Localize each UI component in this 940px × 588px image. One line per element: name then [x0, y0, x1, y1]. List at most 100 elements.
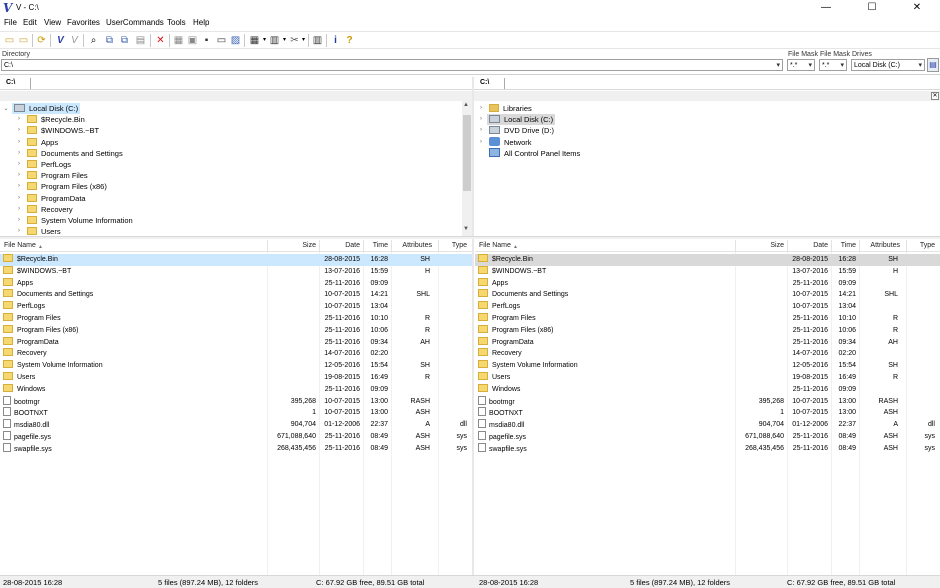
- file-row[interactable]: swapfile.sys 268,435,456 25-11-2016 08:49 AS…: [0, 442, 472, 455]
- file-mask-select[interactable]: *.* ▾: [787, 59, 815, 71]
- file-row[interactable]: PerfLogs 10-07-2015 13:04: [0, 301, 472, 313]
- chevron-down-icon[interactable]: ▾: [776, 60, 780, 71]
- file-row[interactable]: Recovery 14-07-2016 02:20: [0, 348, 472, 360]
- file-row[interactable]: System Volume Information 12-05-2016 15:54…: [475, 360, 940, 372]
- file-mask-select[interactable]: *.* ▾: [819, 59, 847, 71]
- expand-icon[interactable]: ›: [477, 105, 485, 111]
- file-row[interactable]: Users 19-08-2015 16:49 R: [0, 372, 472, 384]
- viewer-alt-icon[interactable]: V: [68, 34, 81, 47]
- column-divider[interactable]: [267, 240, 268, 252]
- file-row[interactable]: $WINDOWS.~BT 13-07-2016 15:59 H: [475, 265, 940, 278]
- tree-item[interactable]: PerfLogs: [25, 159, 73, 170]
- expand-icon[interactable]: ›: [15, 139, 23, 145]
- column-type-header[interactable]: Type: [920, 242, 935, 249]
- expand-icon[interactable]: ›: [15, 195, 23, 201]
- delete-icon[interactable]: ✕: [154, 34, 167, 47]
- column-date-header[interactable]: Date: [813, 242, 828, 249]
- tree-item[interactable]: Libraries: [487, 103, 534, 114]
- file-row[interactable]: pagefile.sys 671,088,640 25-11-2016 08:49 AS…: [475, 431, 940, 443]
- file-row[interactable]: PerfLogs 10-07-2015 13:04: [475, 301, 940, 313]
- column-divider[interactable]: [831, 240, 832, 252]
- expand-icon[interactable]: ›: [477, 139, 485, 145]
- column-attributes-header[interactable]: Attributes: [402, 242, 432, 249]
- expand-icon[interactable]: ›: [15, 183, 23, 189]
- minimize-button[interactable]: —: [803, 0, 849, 16]
- column-time-header[interactable]: Time: [841, 242, 856, 249]
- new-folder-icon[interactable]: ▭: [17, 34, 30, 47]
- chevron-down-icon[interactable]: ▾: [918, 60, 922, 71]
- tree-item[interactable]: Program Files (x86): [25, 181, 109, 192]
- drive-properties-icon[interactable]: ▤: [927, 58, 939, 72]
- tree-item[interactable]: Local Disk (C:): [487, 114, 556, 126]
- tree-item[interactable]: Users: [25, 226, 63, 236]
- tree-item[interactable]: DVD Drive (D:): [487, 125, 556, 136]
- file-row[interactable]: ProgramData 25-11-2016 09:34 AH: [0, 336, 472, 349]
- file-row[interactable]: Documents and Settings 10-07-2015 14:21 SHL: [475, 289, 940, 301]
- file-row[interactable]: pagefile.sys 671,088,640 25-11-2016 08:49 AS…: [0, 431, 472, 443]
- file-row[interactable]: System Volume Information 12-05-2016 15:54…: [0, 360, 472, 372]
- tree-item[interactable]: System Volume Information: [25, 215, 135, 226]
- file-row[interactable]: Documents and Settings 10-07-2015 14:21 SHL: [0, 289, 472, 301]
- expand-icon[interactable]: ›: [15, 206, 23, 212]
- scroll-up-icon[interactable]: ▲: [463, 102, 469, 108]
- file-row[interactable]: BOOTNXT 1 10-07-2015 13:00 ASH: [475, 407, 940, 419]
- file-row[interactable]: Program Files 25-11-2016 10:10 R: [0, 313, 472, 325]
- file-row[interactable]: BOOTNXT 1 10-07-2015 13:00 ASH: [0, 407, 472, 419]
- tree-item[interactable]: Program Files: [25, 170, 90, 181]
- help-icon[interactable]: ?: [343, 34, 356, 47]
- expand-icon[interactable]: ›: [477, 116, 485, 122]
- file-row[interactable]: bootmgr 395,268 10-07-2015 13:00 RASH: [475, 395, 940, 408]
- column-divider[interactable]: [319, 240, 320, 252]
- file-row[interactable]: msdia80.dll 904,704 01-12-2006 22:37 Adll: [0, 419, 472, 431]
- viewer-icon[interactable]: V: [54, 34, 67, 47]
- directory-input[interactable]: C:\ ▾: [1, 59, 783, 71]
- column-date-header[interactable]: Date: [345, 242, 360, 249]
- close-button[interactable]: ✕: [894, 0, 940, 16]
- drives-select[interactable]: Local Disk (C:) ▾: [851, 59, 925, 71]
- image-icon[interactable]: ▨: [229, 34, 242, 47]
- move-icon[interactable]: ⧉: [118, 34, 131, 47]
- file-row[interactable]: Program Files (x86) 25-11-2016 10:06 R: [475, 324, 940, 337]
- file-row[interactable]: msdia80.dll 904,704 01-12-2006 22:37 Adll: [475, 419, 940, 431]
- menu-file[interactable]: File: [4, 18, 17, 27]
- expand-icon[interactable]: ›: [15, 127, 23, 133]
- scroll-thumb[interactable]: [463, 115, 471, 191]
- column-divider[interactable]: [787, 240, 788, 252]
- menu-help[interactable]: Help: [193, 18, 209, 27]
- binoculars-icon[interactable]: ⌕: [87, 34, 100, 47]
- info-icon[interactable]: i: [329, 34, 342, 47]
- tree-item[interactable]: Network: [487, 136, 534, 148]
- chevron-down-icon[interactable]: ▾: [808, 60, 812, 71]
- menu-edit[interactable]: Edit: [23, 18, 37, 27]
- terminal-icon[interactable]: ▪: [200, 34, 213, 47]
- tree-item[interactable]: Documents and Settings: [25, 148, 125, 159]
- column-divider[interactable]: [735, 240, 736, 252]
- right-path-input[interactable]: [504, 78, 505, 89]
- tree-item[interactable]: Recovery: [25, 204, 75, 215]
- column-type-header[interactable]: Type: [452, 242, 467, 249]
- menu-view[interactable]: View: [44, 18, 61, 27]
- compare-icon[interactable]: ▣: [186, 34, 199, 47]
- copy-icon[interactable]: ⧉: [103, 34, 116, 47]
- tree-item[interactable]: Apps: [25, 137, 60, 148]
- left-tree-scrollbar[interactable]: ▲ ▼: [462, 101, 472, 236]
- column-name-header[interactable]: File Name: [479, 242, 511, 249]
- refresh-icon[interactable]: ⟳: [35, 34, 48, 47]
- file-row[interactable]: Windows 25-11-2016 09:09: [475, 383, 940, 396]
- file-row[interactable]: Users 19-08-2015 16:49 R: [475, 372, 940, 384]
- file-row[interactable]: $Recycle.Bin 28-08-2015 16:28 SH: [0, 254, 472, 266]
- file-row[interactable]: $WINDOWS.~BT 13-07-2016 15:59 H: [0, 265, 472, 278]
- file-row[interactable]: swapfile.sys 268,435,456 25-11-2016 08:49 AS…: [475, 442, 940, 455]
- close-tree-icon[interactable]: ✕: [931, 92, 939, 100]
- column-divider[interactable]: [391, 240, 392, 252]
- file-row[interactable]: Windows 25-11-2016 09:09: [0, 383, 472, 396]
- file-row[interactable]: Program Files (x86) 25-11-2016 10:06 R: [0, 324, 472, 337]
- tree-item[interactable]: Local Disk (C:): [12, 103, 81, 114]
- tree-item[interactable]: All Control Panel Items: [487, 147, 582, 159]
- menu-tools[interactable]: Tools: [167, 18, 186, 27]
- file-row[interactable]: Recovery 14-07-2016 02:20: [475, 348, 940, 360]
- properties-icon[interactable]: ▦: [172, 34, 185, 47]
- column-divider[interactable]: [906, 240, 907, 252]
- tree-item[interactable]: $Recycle.Bin: [25, 114, 87, 125]
- file-row[interactable]: Program Files 25-11-2016 10:10 R: [475, 313, 940, 325]
